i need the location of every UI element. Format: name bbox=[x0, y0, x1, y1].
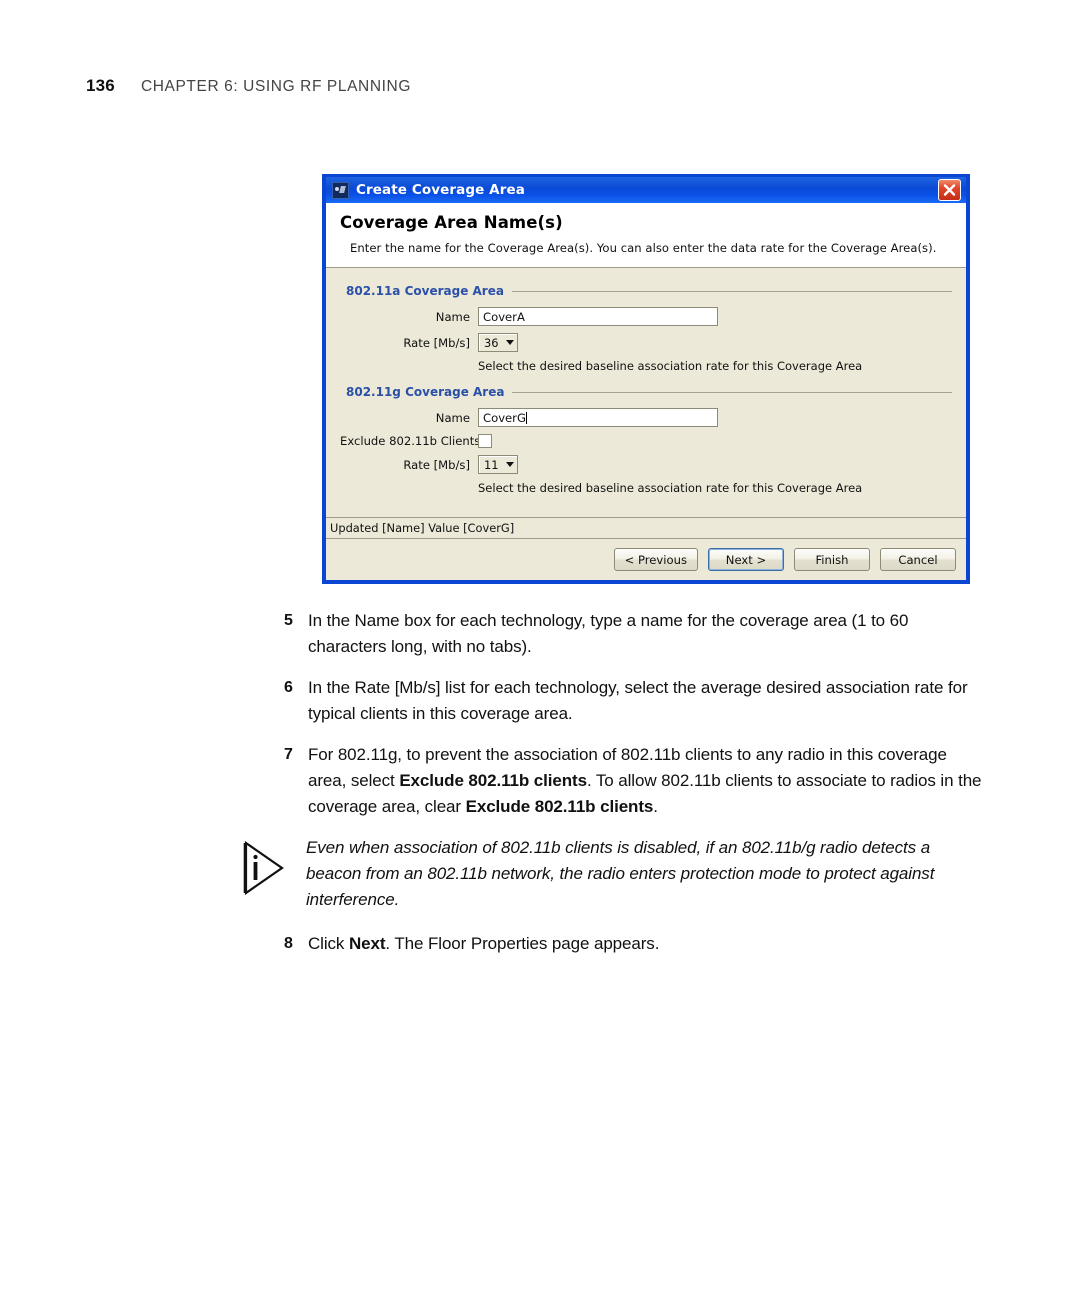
step-8-text: Click Next. The Floor Properties page ap… bbox=[308, 934, 660, 953]
name-input-a[interactable]: CoverA bbox=[478, 307, 718, 326]
step-8-number: 8 bbox=[284, 935, 293, 952]
dialog-body: 802.11a Coverage Area Name CoverA Rate [… bbox=[326, 268, 966, 517]
step-7: 7 For 802.11g, to prevent the associatio… bbox=[284, 742, 984, 820]
step-6: 6 In the Rate [Mb/s] list for each techn… bbox=[284, 675, 984, 727]
page-number: 136 bbox=[86, 76, 115, 95]
group-divider bbox=[511, 290, 952, 292]
dialog-titlebar[interactable]: Create Coverage Area bbox=[326, 177, 966, 203]
dialog-heading: Coverage Area Name(s) bbox=[340, 213, 563, 232]
dialog-button-bar: < Previous Next > Finish Cancel bbox=[326, 539, 966, 580]
next-button[interactable]: Next > bbox=[708, 548, 784, 571]
field-row-rate-a: Rate [Mb/s] 36 bbox=[340, 333, 952, 352]
rate-value-a: 36 bbox=[484, 335, 499, 350]
step-7-number: 7 bbox=[284, 746, 293, 763]
group-802-11g: 802.11g Coverage Area Name CoverG Exclud… bbox=[340, 385, 952, 495]
info-note-text: Even when association of 802.11b clients… bbox=[306, 838, 935, 909]
label-name-a: Name bbox=[435, 309, 470, 324]
group-802-11a-title: 802.11a Coverage Area bbox=[340, 284, 952, 298]
chevron-down-icon bbox=[505, 340, 514, 345]
label-exclude-b: Exclude 802.11b Clients bbox=[340, 434, 481, 448]
group-802-11a-label: 802.11a Coverage Area bbox=[346, 284, 504, 298]
rate-dropdown-a[interactable]: 36 bbox=[478, 333, 518, 352]
cancel-button[interactable]: Cancel bbox=[880, 548, 956, 571]
procedure-steps: 5 In the Name box for each technology, t… bbox=[243, 608, 984, 972]
app-icon bbox=[332, 181, 349, 199]
step-6-text: In the Rate [Mb/s] list for each technol… bbox=[308, 678, 968, 723]
label-rate-a: Rate [Mb/s] bbox=[403, 335, 470, 350]
step-6-number: 6 bbox=[284, 679, 293, 696]
step-5-number: 5 bbox=[284, 612, 293, 629]
step-8: 8 Click Next. The Floor Properties page … bbox=[284, 931, 984, 957]
label-name-g: Name bbox=[435, 410, 470, 425]
label-rate-g: Rate [Mb/s] bbox=[403, 457, 470, 472]
close-icon[interactable] bbox=[938, 179, 961, 201]
hint-rate-g: Select the desired baseline association … bbox=[478, 481, 863, 495]
chevron-down-icon bbox=[505, 462, 514, 467]
status-bar: Updated [Name] Value [CoverG] bbox=[326, 517, 966, 539]
step-5-text: In the Name box for each technology, typ… bbox=[308, 611, 909, 656]
dialog-description: Enter the name for the Coverage Area(s).… bbox=[350, 241, 937, 255]
group-divider bbox=[512, 391, 952, 393]
info-note: Even when association of 802.11b clients… bbox=[242, 835, 984, 913]
group-802-11g-label: 802.11g Coverage Area bbox=[346, 385, 505, 399]
field-row-name-a: Name CoverA bbox=[340, 307, 952, 326]
dialog-title: Create Coverage Area bbox=[356, 182, 525, 198]
name-input-g[interactable]: CoverG bbox=[478, 408, 718, 427]
field-row-exclude-b: Exclude 802.11b Clients bbox=[340, 434, 952, 448]
previous-button[interactable]: < Previous bbox=[613, 548, 698, 571]
rate-dropdown-g[interactable]: 11 bbox=[478, 455, 518, 474]
step-7-text: For 802.11g, to prevent the association … bbox=[308, 745, 982, 816]
dialog-header: Coverage Area Name(s) Enter the name for… bbox=[326, 203, 966, 268]
field-row-rate-g: Rate [Mb/s] 11 bbox=[340, 455, 952, 474]
rate-value-g: 11 bbox=[484, 457, 499, 472]
create-coverage-area-dialog: Create Coverage Area Coverage Area Name(… bbox=[322, 174, 970, 584]
step-5: 5 In the Name box for each technology, t… bbox=[284, 608, 984, 660]
group-802-11g-title: 802.11g Coverage Area bbox=[340, 385, 952, 399]
finish-button[interactable]: Finish bbox=[794, 548, 870, 571]
info-note-icon bbox=[242, 835, 306, 913]
chapter-title: CHAPTER 6: USING RF PLANNING bbox=[140, 78, 411, 95]
field-row-name-g: Name CoverG bbox=[340, 408, 952, 427]
close-x-glyph bbox=[943, 184, 956, 196]
exclude-802-11b-checkbox[interactable] bbox=[478, 434, 492, 448]
info-triangle-icon bbox=[243, 840, 284, 896]
page-header: 136 CHAPTER 6: USING RF PLANNING bbox=[86, 76, 411, 96]
hint-rate-a: Select the desired baseline association … bbox=[478, 359, 863, 373]
group-802-11a: 802.11a Coverage Area Name CoverA Rate [… bbox=[340, 284, 952, 373]
